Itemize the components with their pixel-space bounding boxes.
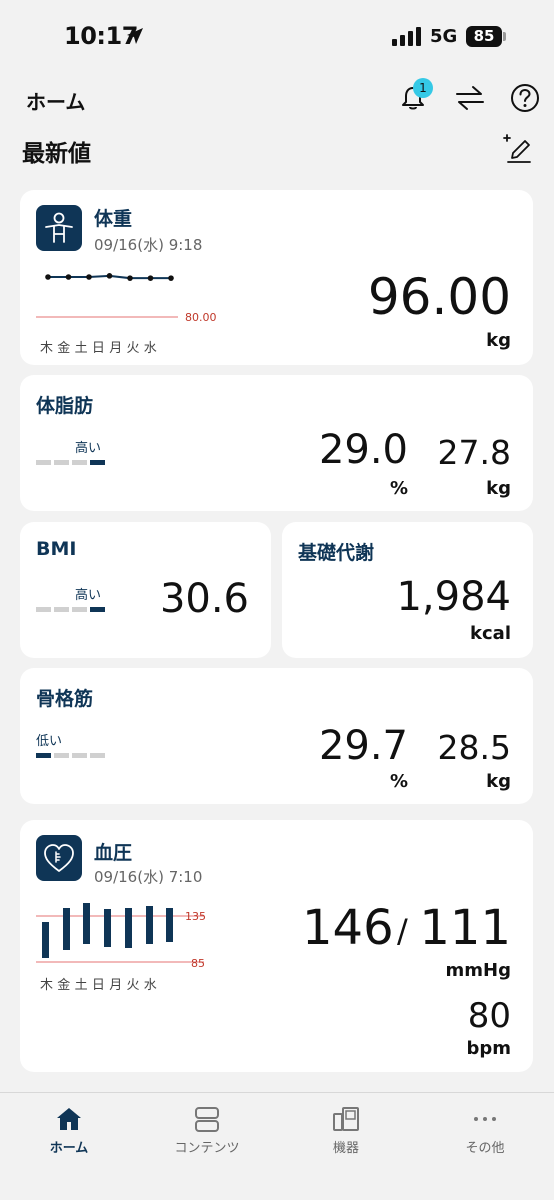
muscle-card[interactable]: 骨格筋 低い 29.7 % 28.5 kg [20, 668, 533, 804]
body-fat-mass-unit: kg [486, 478, 511, 499]
body-icon [45, 212, 73, 243]
battery-icon: 85 [466, 26, 502, 47]
bp-bar-tue [146, 906, 153, 944]
heart-icon-box [36, 835, 82, 881]
body-fat-title: 体脂肪 [36, 395, 94, 417]
bmi-title: BMI [36, 538, 77, 560]
weight-card[interactable]: 体重 09/16(水) 9:18 80.00 木金土日月火水 96.00 kg [20, 190, 533, 365]
signal-icon [392, 27, 421, 46]
bmi-card[interactable]: BMI 高い 30.6 [20, 522, 271, 658]
blood-pressure-title: 血圧 [94, 842, 133, 864]
muscle-mass-unit: kg [486, 771, 511, 792]
body-fat-percent-unit: % [389, 478, 408, 499]
weight-point-1 [65, 274, 72, 280]
body-fat-level-bars [36, 460, 105, 465]
weight-unit: kg [486, 330, 511, 351]
pulse-value: 80 [467, 996, 511, 1036]
bmr-title: 基礎代謝 [298, 542, 375, 564]
nav-devices[interactable]: 機器 [277, 1093, 415, 1193]
nav-devices-label: 機器 [332, 1141, 359, 1156]
bmr-card[interactable]: 基礎代謝 1,984 kcal [282, 522, 533, 658]
bp-bar-fri [63, 908, 70, 950]
muscle-percent-unit: % [389, 771, 408, 792]
battery-tip [503, 32, 506, 41]
status-bar: 10:17 5G 85 [0, 0, 554, 72]
weight-title: 体重 [94, 208, 133, 230]
bp-unit: mmHg [445, 960, 511, 981]
sync-icon[interactable] [455, 84, 485, 112]
location-arrow-icon [127, 28, 143, 44]
network-type: 5G [430, 26, 458, 47]
bmi-value: 30.6 [159, 576, 249, 622]
body-fat-level: 高い [75, 441, 102, 456]
bp-separator: / [397, 912, 408, 950]
bp-bar-mon [125, 908, 132, 948]
nav-home[interactable]: ホーム [0, 1093, 138, 1193]
bmi-level-bars [36, 607, 105, 612]
bmr-value: 1,984 [396, 574, 511, 620]
notification-badge: 1 [413, 78, 433, 98]
muscle-title: 骨格筋 [36, 688, 94, 710]
weight-reference-label: 80.00 [185, 311, 217, 324]
weight-point-0 [45, 274, 51, 280]
bp-bar-sun [104, 909, 111, 947]
bottom-nav: ホーム コンテンツ 機器 その他 [0, 1092, 554, 1200]
nav-contents[interactable]: コンテンツ [138, 1093, 276, 1193]
home-icon [57, 1108, 81, 1130]
nav-other-label: その他 [465, 1141, 505, 1156]
help-icon[interactable] [510, 83, 540, 113]
body-fat-percent: 29.0 [318, 427, 408, 473]
weight-point-4 [127, 275, 133, 281]
muscle-mass: 28.5 [437, 728, 511, 767]
pulse-unit: bpm [466, 1038, 511, 1059]
blood-pressure-chart [36, 903, 204, 963]
blood-pressure-card[interactable]: 血圧 09/16(水) 7:10 135 85 木金土日月火水 146 / 11… [20, 820, 533, 1072]
body-fat-card[interactable]: 体脂肪 高い 29.0 % 27.8 kg [20, 375, 533, 511]
body-fat-mass: 27.8 [437, 433, 511, 472]
weight-point-6 [168, 275, 174, 281]
bp-bar-sat [83, 903, 90, 944]
bp-ref-high-label: 135 [185, 910, 206, 923]
nav-other[interactable]: その他 [416, 1093, 554, 1193]
bp-systolic: 146 [302, 900, 394, 956]
bp-day-labels: 木金土日月火水 [40, 978, 162, 993]
blood-pressure-date: 09/16(水) 7:10 [94, 868, 203, 886]
more-icon [474, 1117, 496, 1121]
bmi-level: 高い [75, 588, 102, 603]
muscle-level: 低い [36, 734, 63, 749]
bp-bar-wed [166, 908, 173, 942]
body-icon-box [36, 205, 82, 251]
weight-day-labels: 木金土日月火水 [40, 341, 162, 356]
devices-icon [333, 1107, 359, 1131]
nav-contents-label: コンテンツ [174, 1141, 240, 1156]
bp-ref-low-label: 85 [191, 957, 205, 970]
weight-point-2 [86, 274, 92, 280]
add-entry-icon[interactable] [500, 132, 532, 164]
weight-value: 96.00 [367, 268, 511, 326]
bmr-unit: kcal [470, 623, 511, 644]
nav-home-label: ホーム [49, 1141, 89, 1156]
page-title: ホーム [26, 90, 86, 114]
weight-point-3 [106, 273, 113, 279]
bp-bar-thu [42, 922, 49, 958]
weight-point-5 [147, 275, 154, 281]
muscle-percent: 29.7 [318, 723, 408, 769]
heart-icon [44, 844, 74, 872]
contents-icon [195, 1107, 219, 1132]
bp-diastolic: 111 [419, 900, 511, 956]
weight-date: 09/16(水) 9:18 [94, 236, 203, 254]
muscle-level-bars [36, 753, 105, 758]
section-title: 最新値 [22, 141, 91, 167]
app-screen: 10:17 5G 85 ホーム 1 最新値 体重 09/16(水) 9:18 8… [0, 0, 554, 1200]
